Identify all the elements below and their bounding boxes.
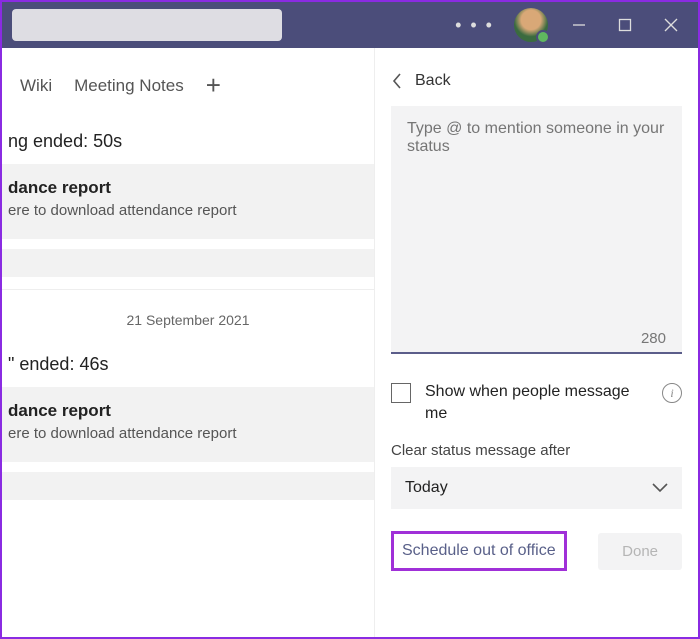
maximize-button[interactable] (602, 2, 648, 48)
schedule-out-of-office-link[interactable]: Schedule out of office (391, 531, 567, 571)
back-button[interactable]: Back (391, 64, 682, 106)
feed-item-title: " ended: 46s (2, 342, 374, 387)
attendance-card[interactable]: dance report ere to download attendance … (2, 164, 374, 239)
feed-divider-bar (2, 249, 374, 277)
date-divider: 21 September 2021 (2, 289, 374, 342)
tab-wiki[interactable]: Wiki (20, 76, 52, 96)
info-icon[interactable]: i (662, 383, 682, 403)
tab-meeting-notes[interactable]: Meeting Notes (74, 76, 184, 96)
status-input-wrap: 280 (391, 106, 682, 359)
minimize-button[interactable] (556, 2, 602, 48)
done-button[interactable]: Done (598, 533, 682, 570)
panel-footer: Schedule out of office Done (391, 531, 682, 571)
window-controls (556, 2, 694, 48)
chevron-down-icon (652, 483, 668, 493)
card-title: dance report (8, 401, 368, 421)
tab-bar: Wiki Meeting Notes + (2, 58, 374, 119)
more-options-icon[interactable]: • • • (443, 15, 506, 36)
activity-feed: ng ended: 50s dance report ere to downlo… (2, 119, 374, 500)
dropdown-value: Today (405, 479, 448, 497)
card-title: dance report (8, 178, 368, 198)
card-subtitle: ere to download attendance report (8, 425, 368, 442)
status-textarea[interactable] (391, 106, 682, 354)
back-label: Back (415, 72, 451, 90)
search-input[interactable] (12, 9, 282, 41)
attendance-card[interactable]: dance report ere to download attendance … (2, 387, 374, 462)
chevron-left-icon (391, 73, 403, 89)
feed-item-title: ng ended: 50s (2, 119, 374, 164)
close-button[interactable] (648, 2, 694, 48)
presence-badge (536, 30, 550, 44)
status-panel: Back 280 Show when people message me i C… (374, 48, 698, 637)
clear-after-label: Clear status message after (391, 442, 682, 459)
show-checkbox[interactable] (391, 383, 411, 403)
main-area: Wiki Meeting Notes + ng ended: 50s dance… (2, 48, 374, 637)
card-subtitle: ere to download attendance report (8, 202, 368, 219)
titlebar: • • • (2, 2, 698, 48)
clear-after-dropdown[interactable]: Today (391, 467, 682, 509)
show-checkbox-label: Show when people message me (425, 381, 648, 424)
show-when-message-row: Show when people message me i (391, 377, 682, 442)
user-avatar[interactable] (514, 8, 548, 42)
add-tab-icon[interactable]: + (206, 70, 221, 101)
char-count: 280 (641, 330, 666, 347)
feed-divider-bar (2, 472, 374, 500)
